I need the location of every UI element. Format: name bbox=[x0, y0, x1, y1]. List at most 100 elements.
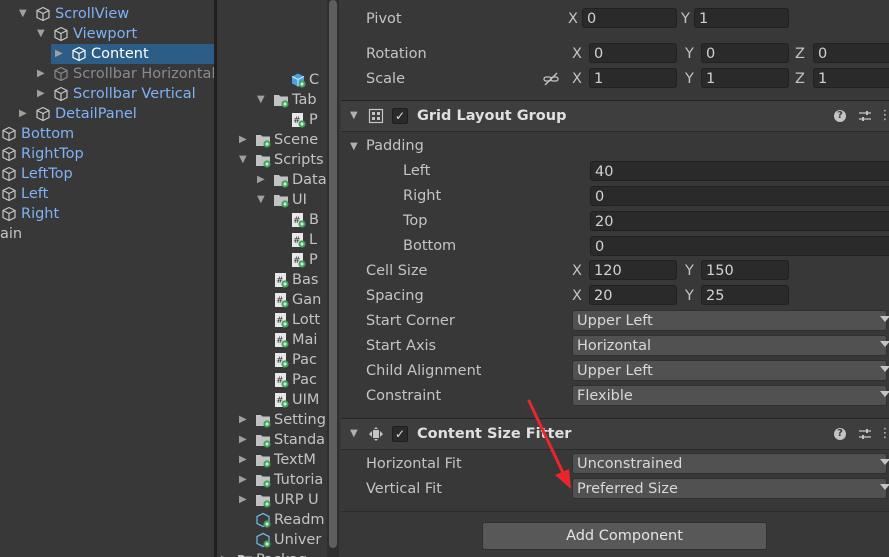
project-item[interactable]: # P bbox=[217, 250, 327, 270]
project-item-label: B bbox=[309, 212, 319, 228]
scale-y-field[interactable]: 1 bbox=[701, 68, 789, 88]
project-item[interactable]: ▶ TextM bbox=[217, 450, 327, 470]
start-corner-dropdown[interactable]: Upper Left bbox=[572, 310, 889, 331]
project-item[interactable]: # Pac bbox=[217, 370, 327, 390]
content-size-fitter-header[interactable]: ▼ ✓ Content Size Fitter ? ⋮ bbox=[341, 418, 889, 450]
padding-left-field[interactable]: 40 bbox=[590, 161, 889, 181]
collapse-arrow-icon[interactable]: ▶ bbox=[19, 104, 27, 124]
collapse-arrow-icon[interactable]: ▶ bbox=[239, 130, 247, 150]
expand-arrow-icon[interactable]: ▼ bbox=[37, 24, 45, 44]
project-item[interactable]: ▼ UI bbox=[217, 190, 327, 210]
project-item[interactable]: # Bas bbox=[217, 270, 327, 290]
grid-layout-enabled-checkbox[interactable]: ✓ bbox=[392, 108, 408, 124]
project-item[interactable]: ▼ Tab bbox=[217, 90, 327, 110]
cell-size-x-field[interactable]: 120 bbox=[589, 260, 677, 280]
project-item[interactable]: ▶ URP U bbox=[217, 490, 327, 510]
project-item[interactable]: ▼ Scripts bbox=[217, 150, 327, 170]
project-item[interactable]: # B bbox=[217, 210, 327, 230]
collapse-arrow-icon[interactable]: ▶ bbox=[239, 470, 247, 490]
hierarchy-item[interactable]: Left bbox=[0, 184, 214, 204]
project-item[interactable]: ▶ Data bbox=[217, 170, 327, 190]
hierarchy-item[interactable]: Bottom bbox=[0, 124, 214, 144]
project-item[interactable]: ▶ Scene bbox=[217, 130, 327, 150]
constrain-proportions-icon[interactable] bbox=[543, 71, 559, 92]
project-item[interactable]: # Gan bbox=[217, 290, 327, 310]
asset-icon bbox=[256, 532, 271, 548]
presets-icon[interactable] bbox=[857, 108, 873, 129]
scrollbar-thumb[interactable] bbox=[329, 0, 337, 548]
rotation-x-field[interactable]: 0 bbox=[589, 43, 677, 63]
folder-icon bbox=[274, 175, 289, 188]
presets-icon[interactable] bbox=[857, 426, 873, 447]
hierarchy-item[interactable]: ▶ Scrollbar Vertical bbox=[0, 84, 214, 104]
hierarchy-item[interactable]: ain bbox=[0, 224, 214, 244]
hierarchy-item[interactable]: ▶ Scrollbar Horizontal bbox=[0, 64, 214, 84]
collapse-arrow-icon[interactable]: ▶ bbox=[239, 410, 247, 430]
grid-layout-foldout-icon[interactable]: ▼ bbox=[350, 110, 358, 121]
padding-bottom-field[interactable]: 0 bbox=[590, 236, 889, 256]
hierarchy-item[interactable]: ▼ ScrollView bbox=[0, 4, 214, 24]
grid-layout-group-header[interactable]: ▼ ✓ Grid Layout Group ? ⋮ bbox=[341, 100, 889, 132]
help-icon[interactable]: ? bbox=[834, 428, 846, 440]
project-item[interactable]: ▶ Setting bbox=[217, 410, 327, 430]
expand-arrow-icon[interactable]: ▼ bbox=[239, 150, 247, 170]
child-alignment-dropdown[interactable]: Upper Left bbox=[572, 360, 889, 381]
hierarchy-item[interactable]: Right bbox=[0, 204, 214, 224]
hierarchy-item[interactable]: ▶ DetailPanel bbox=[0, 104, 214, 124]
project-scrollbar[interactable] bbox=[327, 0, 339, 557]
project-item[interactable]: # UIM bbox=[217, 390, 327, 410]
scale-x-field[interactable]: 1 bbox=[589, 68, 677, 88]
project-item[interactable]: # P bbox=[217, 110, 327, 130]
project-item[interactable]: # L bbox=[217, 230, 327, 250]
expand-arrow-icon[interactable]: ▼ bbox=[257, 90, 265, 110]
script-icon: # bbox=[275, 353, 289, 368]
collapse-arrow-icon[interactable]: ▶ bbox=[257, 170, 265, 190]
vertical-fit-dropdown[interactable]: Preferred Size bbox=[572, 478, 889, 499]
context-menu-icon[interactable]: ⋮ bbox=[877, 108, 889, 124]
project-item[interactable]: ▶ Standa bbox=[217, 430, 327, 450]
horizontal-fit-dropdown[interactable]: Unconstrained bbox=[572, 453, 889, 474]
project-item[interactable]: # Lott bbox=[217, 310, 327, 330]
collapse-arrow-icon[interactable]: ▶ bbox=[37, 64, 45, 84]
project-item[interactable]: ▶ Packag bbox=[217, 550, 327, 557]
pivot-x-field[interactable]: 0 bbox=[582, 8, 677, 28]
pivot-y-field[interactable]: 1 bbox=[694, 8, 789, 28]
collapse-arrow-icon[interactable]: ▶ bbox=[37, 84, 45, 104]
collapse-arrow-icon[interactable]: ▶ bbox=[239, 490, 247, 510]
context-menu-icon[interactable]: ⋮ bbox=[877, 426, 889, 442]
spacing-x-field[interactable]: 20 bbox=[589, 285, 677, 305]
expand-arrow-icon[interactable]: ▼ bbox=[19, 4, 27, 24]
project-panel: C ▼ Tab # P ▶ Scene ▼ Scripts ▶ Data ▼ UI # B # L # P # Bas #… bbox=[217, 0, 327, 557]
hierarchy-item[interactable]: ▶ Content bbox=[51, 44, 214, 64]
hierarchy-item[interactable]: ▼ Viewport bbox=[0, 24, 214, 44]
collapse-arrow-icon[interactable]: ▶ bbox=[221, 550, 229, 557]
scale-z-field[interactable]: 1 bbox=[813, 68, 889, 88]
rotation-z-field[interactable]: 0 bbox=[813, 43, 889, 63]
collapse-arrow-icon[interactable]: ▶ bbox=[55, 44, 63, 64]
project-item[interactable]: Univer bbox=[217, 530, 327, 550]
spacing-y-field[interactable]: 25 bbox=[701, 285, 789, 305]
constraint-dropdown[interactable]: Flexible bbox=[572, 385, 889, 406]
content-size-fitter-enabled-checkbox[interactable]: ✓ bbox=[392, 426, 408, 442]
padding-top-field[interactable]: 20 bbox=[590, 211, 889, 231]
expand-arrow-icon[interactable]: ▼ bbox=[257, 190, 265, 210]
start-corner-label: Start Corner bbox=[366, 313, 455, 329]
project-item-label: Bas bbox=[292, 272, 319, 288]
cell-size-y-field[interactable]: 150 bbox=[701, 260, 789, 280]
content-size-fitter-foldout-icon[interactable]: ▼ bbox=[350, 428, 358, 439]
padding-right-field[interactable]: 0 bbox=[590, 186, 889, 206]
project-item[interactable]: # Mai bbox=[217, 330, 327, 350]
project-item[interactable]: ▶ Tutoria bbox=[217, 470, 327, 490]
padding-foldout-icon[interactable]: ▼ bbox=[350, 141, 358, 152]
project-item[interactable]: C bbox=[217, 70, 327, 90]
help-icon[interactable]: ? bbox=[834, 110, 846, 122]
rotation-y-field[interactable]: 0 bbox=[701, 43, 789, 63]
add-component-button[interactable]: Add Component bbox=[482, 522, 767, 550]
project-item[interactable]: # Pac bbox=[217, 350, 327, 370]
hierarchy-item[interactable]: LeftTop bbox=[0, 164, 214, 184]
project-item[interactable]: Readm bbox=[217, 510, 327, 530]
start-axis-dropdown[interactable]: Horizontal bbox=[572, 335, 889, 356]
hierarchy-item[interactable]: RightTop bbox=[0, 144, 214, 164]
collapse-arrow-icon[interactable]: ▶ bbox=[239, 450, 247, 470]
collapse-arrow-icon[interactable]: ▶ bbox=[239, 430, 247, 450]
